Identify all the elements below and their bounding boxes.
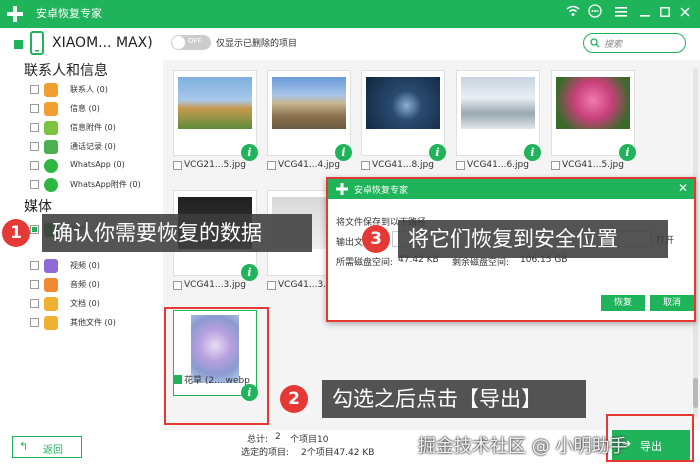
dialog-close-icon[interactable]: ✕ [678,181,688,195]
info-icon[interactable]: i [619,144,636,161]
attachment-icon [44,121,58,135]
maximize-icon[interactable] [656,4,674,22]
menu-icon[interactable] [612,4,630,22]
file-thumbnail[interactable]: i [456,70,541,161]
disk-required-label: 所需磁盘空间: [336,258,394,268]
selected-label: 选定的项目: [241,448,290,458]
folder-icon [44,316,58,330]
messages-icon [44,102,58,116]
search-box[interactable]: 搜索 [583,33,686,53]
file-name[interactable]: VCG41...5.jpg [551,160,624,174]
file-name[interactable]: VCG41...8.jpg [361,160,434,174]
step-2-badge: 2 [280,385,308,413]
highlight-selected-file [164,307,269,425]
step-3-badge: 3 [362,225,390,253]
info-icon[interactable]: i [241,144,258,161]
device-bar: XIAOM... MAX) OFF 仅显示已删除的项目 搜索 [0,28,700,60]
title-bar: 安卓恢复专家 [0,0,700,28]
sidebar-item-audio[interactable]: 音频 (0) [30,277,160,293]
device-name: XIAOM... MAX) [52,35,153,51]
info-icon[interactable]: i [524,144,541,161]
total-label: 总计: [247,435,269,445]
cancel-button[interactable]: 取消 [650,295,694,311]
callout-step-2: 勾选之后点击【导出】 [322,380,586,418]
info-icon[interactable]: i [429,144,446,161]
recover-button[interactable]: 恢复 [601,295,645,311]
sidebar-item-call-log[interactable]: 通话记录 (0) [30,139,160,155]
audio-icon [44,278,58,292]
file-name[interactable]: VCG21...5.jpg [173,160,246,174]
phone-call-icon [44,140,58,154]
whatsapp-attachment-icon [44,178,58,192]
file-thumbnail[interactable]: i [267,70,352,161]
callout-step-3: 将它们恢复到安全位置 [398,220,668,258]
selected-value: 2个项目47.42 KB [301,448,375,458]
sidebar-item-other-files[interactable]: 其他文件 (0) [30,315,160,331]
file-name[interactable]: VCG41...6.jpg [456,160,529,174]
group-media[interactable]: 媒体 [24,196,52,216]
file-name[interactable]: VCG41...3.jpg [173,280,246,294]
file-thumbnail[interactable]: i [173,70,258,161]
minimize-icon[interactable] [636,4,654,22]
sidebar-item-videos[interactable]: 视频 (0) [30,258,160,274]
total-rest: 个项目10 [290,435,329,445]
file-thumbnail[interactable]: i [361,70,446,161]
total-value: 2 [275,432,281,442]
device-checkbox[interactable] [14,40,23,49]
chat-icon[interactable] [586,4,604,22]
app-logo-icon [336,183,348,195]
app-logo-icon [7,6,23,22]
sidebar-item-documents[interactable]: 文档 (0) [30,296,160,312]
sidebar-item-message-attachments[interactable]: 信息附件 (0) [30,120,160,136]
step-1-badge: 1 [2,219,30,247]
deleted-only-toggle[interactable]: OFF [171,35,211,50]
dialog-title: 安卓恢复专家 [354,186,409,196]
dialog-header: 安卓恢复专家 ✕ [328,179,694,199]
callout-step-1: 确认你需要恢复的数据 [42,214,312,252]
search-icon [590,38,600,48]
sidebar-item-messages[interactable]: 信息 (0) [30,101,160,117]
file-name[interactable]: VCG41...4.jpg [267,160,340,174]
whatsapp-icon [44,159,58,173]
wifi-icon[interactable] [564,4,582,22]
back-button[interactable]: ↰ 返回 [12,436,82,458]
close-icon[interactable] [676,4,694,22]
dialog-output-label: 输出文 [336,238,364,248]
sidebar-item-whatsapp[interactable]: WhatsApp (0) [30,158,160,174]
contacts-icon [44,83,58,97]
watermark: 掘金技术社区 @ 小明助手 [418,436,628,457]
phone-icon [30,31,44,55]
sidebar-item-whatsapp-attachments[interactable]: WhatsApp附件 (0) [30,177,160,193]
sidebar-item-contacts[interactable]: 联系人 (0) [30,82,160,98]
file-thumbnail[interactable]: i [551,70,636,161]
app-title: 安卓恢复专家 [36,7,102,20]
group-contacts[interactable]: 联系人和信息 [24,60,108,80]
video-icon [44,259,58,273]
deleted-only-label: 仅显示已删除的项目 [216,39,298,49]
info-icon[interactable]: i [241,264,258,281]
info-icon[interactable]: i [335,144,352,161]
search-input[interactable]: 搜索 [604,37,622,50]
folder-icon [44,297,58,311]
back-arrow-icon: ↰ [19,440,29,453]
